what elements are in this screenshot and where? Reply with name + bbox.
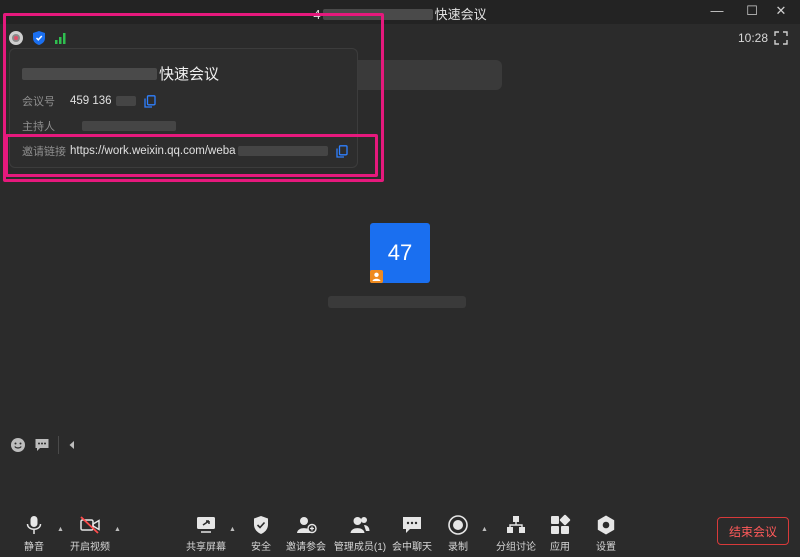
mute-button[interactable]: 静音: [4, 514, 64, 553]
bottom-toolbar: 静音 ▲ 开启视频 ▲ 共享屏幕 ▲ 安全 邀请参会 管理成员(1) 会中聊天 …: [0, 508, 800, 557]
share-label: 共享屏幕: [186, 542, 226, 553]
minimize-button[interactable]: —: [707, 2, 727, 20]
video-off-icon: [80, 516, 100, 534]
redacted-text: [115, 96, 136, 106]
mute-label: 静音: [24, 542, 44, 553]
host-row: 主持人: [22, 118, 176, 134]
share-screen-button[interactable]: 共享屏幕: [176, 514, 236, 553]
gear-icon: [597, 515, 615, 535]
redacted-text: [322, 9, 433, 20]
clock: 10:28: [737, 31, 768, 45]
record-icon: [448, 515, 468, 535]
window-title-prefix: 4: [313, 7, 321, 22]
video-options-caret[interactable]: ▲: [114, 526, 121, 533]
participant-name-redacted: [328, 296, 466, 308]
collapse-arrow-icon[interactable]: [67, 440, 77, 450]
invite-label: 邀请参会: [286, 542, 326, 553]
redacted-banner: [350, 60, 502, 90]
record-button[interactable]: 录制: [428, 514, 488, 553]
breakout-rooms-icon: [507, 516, 525, 533]
chat-icon: [403, 517, 421, 533]
maximize-button[interactable]: ☐: [742, 2, 762, 20]
redacted-text: [22, 68, 157, 80]
invite-link-value[interactable]: https://work.weixin.qq.com/weba: [70, 145, 236, 157]
host-label: 主持人: [22, 121, 55, 133]
window-title-suffix: 快速会议: [434, 7, 487, 22]
close-button[interactable]: ✕: [771, 2, 791, 20]
meeting-id-label: 会议号: [22, 96, 55, 108]
copy-icon[interactable]: [143, 94, 156, 108]
microphone-icon: [26, 516, 42, 534]
share-screen-icon: [197, 517, 215, 533]
host-badge-icon: [370, 270, 383, 283]
divider: [58, 436, 59, 454]
meeting-title: 快速会议: [22, 63, 219, 84]
title-bar: 4 快速会议 — ☐ ✕: [0, 0, 800, 24]
start-video-button[interactable]: 开启视频: [60, 514, 120, 553]
status-icons: [8, 30, 68, 46]
members-icon: [350, 517, 370, 533]
reaction-tools: [10, 434, 77, 456]
invite-button[interactable]: 邀请参会: [276, 514, 336, 553]
signal-icon[interactable]: [54, 31, 68, 45]
emoji-icon[interactable]: [10, 437, 26, 453]
record-label: 录制: [448, 542, 468, 553]
meeting-info-panel: 快速会议 会议号 459 136 主持人 邀请链接 https://work.w…: [9, 48, 358, 168]
video-label: 开启视频: [70, 542, 110, 553]
meeting-title-suffix: 快速会议: [159, 66, 220, 83]
apps-icon: [551, 514, 571, 534]
meeting-info-icon[interactable]: [8, 30, 24, 46]
message-icon[interactable]: [34, 437, 50, 453]
invite-link-label: 邀请链接: [22, 146, 66, 158]
redacted-text: [82, 121, 176, 131]
invite-link-row: 邀请链接 https://work.weixin.qq.com/weba: [22, 143, 348, 159]
settings-label: 设置: [596, 542, 616, 553]
copy-link-icon[interactable]: [335, 144, 348, 158]
meeting-id-value: 459 136: [70, 95, 112, 107]
shield-icon[interactable]: [32, 30, 46, 46]
fullscreen-icon[interactable]: [774, 31, 788, 45]
shield-check-icon: [254, 516, 268, 534]
end-meeting-button[interactable]: 结束会议: [717, 517, 789, 545]
meeting-id-row: 会议号 459 136: [22, 93, 156, 109]
members-label: 管理成员(1): [333, 542, 387, 553]
manage-members-button[interactable]: 管理成员(1): [330, 514, 390, 553]
add-person-icon: [297, 517, 317, 534]
redacted-text: [237, 146, 328, 156]
window-title: 4 快速会议: [0, 4, 800, 23]
settings-button[interactable]: 设置: [576, 514, 636, 553]
